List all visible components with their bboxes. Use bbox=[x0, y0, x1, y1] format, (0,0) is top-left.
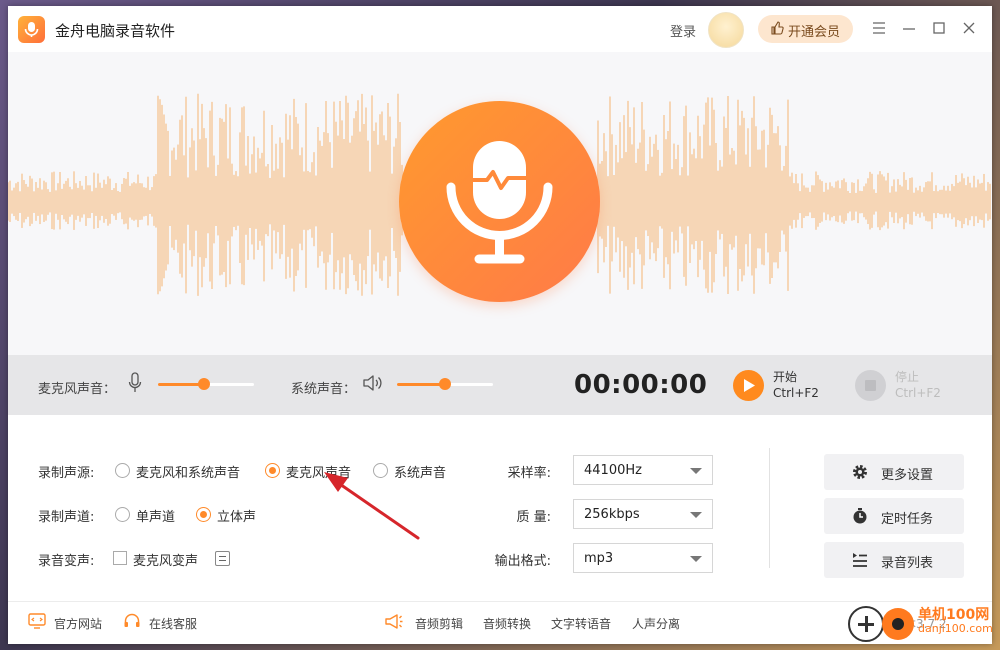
mic-volume-slider[interactable] bbox=[158, 378, 254, 390]
speaker-icon bbox=[363, 375, 382, 391]
divider bbox=[769, 448, 770, 568]
mic-volume-label: 麦克风声音： bbox=[38, 382, 117, 397]
avatar[interactable] bbox=[708, 12, 744, 48]
start-button[interactable] bbox=[733, 370, 764, 401]
footer-audio-edit[interactable]: 音频剪辑 bbox=[415, 615, 463, 632]
channel-label: 录制声道: bbox=[38, 510, 95, 525]
sample-rate-value: 44100Hz bbox=[584, 463, 642, 478]
settings-panel: 录制声源: 麦克风和系统声音 麦克风声音 系统声音 录制声道: 单声道 立体声 … bbox=[8, 415, 992, 595]
scheduled-task-button[interactable]: 定时任务 bbox=[824, 498, 964, 534]
footer: 官方网站 在线客服 音频剪辑 音频转换 文字转语音 人声分离 本3.7.2 单机… bbox=[8, 601, 992, 644]
sample-rate-select[interactable]: 44100Hz bbox=[573, 455, 713, 485]
voice-change-checkbox[interactable] bbox=[113, 551, 127, 565]
timer-icon bbox=[853, 508, 867, 524]
footer-support-link[interactable]: 在线客服 bbox=[149, 615, 197, 632]
more-settings-label: 更多设置 bbox=[881, 468, 934, 483]
format-select[interactable]: mp3 bbox=[573, 543, 713, 573]
quality-value: 256kbps bbox=[584, 507, 640, 522]
play-icon bbox=[744, 379, 755, 392]
scheduled-task-label: 定时任务 bbox=[881, 512, 934, 527]
close-icon[interactable] bbox=[961, 20, 979, 38]
vip-label: 开通会员 bbox=[788, 25, 841, 40]
voice-change-settings-icon[interactable] bbox=[215, 551, 230, 566]
control-strip: 麦克风声音： 系统声音： 00:00:00 开始 Ctrl+F2 停止 Ctrl… bbox=[8, 355, 992, 415]
stop-label: 停止 bbox=[895, 370, 920, 384]
gear-icon bbox=[853, 465, 867, 479]
record-list-button[interactable]: 录音列表 bbox=[824, 542, 964, 578]
stop-shortcut: Ctrl+F2 bbox=[895, 386, 941, 400]
app-title: 金舟电脑录音软件 bbox=[55, 22, 176, 40]
app-window: 金舟电脑录音软件 登录 开通会员 麦克风声音： 系统声音： 00:00:00 开… bbox=[8, 6, 992, 644]
chevron-down-icon bbox=[690, 512, 702, 518]
channel-option-label: 立体声 bbox=[217, 510, 257, 525]
waveform-area bbox=[8, 52, 992, 355]
radio-circle bbox=[196, 507, 211, 522]
mic-logo-icon bbox=[24, 22, 39, 37]
vip-button[interactable]: 开通会员 bbox=[758, 15, 853, 43]
radio-circle bbox=[115, 463, 130, 478]
channel-option-label: 单声道 bbox=[136, 510, 176, 525]
annotation-arrow bbox=[324, 472, 420, 540]
source-label: 录制声源: bbox=[38, 466, 95, 481]
record-timer: 00:00:00 bbox=[574, 370, 708, 400]
maximize-icon[interactable] bbox=[931, 20, 949, 38]
footer-audio-convert[interactable]: 音频转换 bbox=[483, 615, 531, 632]
start-label-group[interactable]: 开始 Ctrl+F2 bbox=[773, 369, 819, 401]
source-option-label: 麦克风和系统声音 bbox=[136, 466, 241, 481]
footer-vocal-separation[interactable]: 人声分离 bbox=[632, 615, 680, 632]
watermark-plus-logo bbox=[848, 606, 884, 642]
radio-circle bbox=[265, 463, 280, 478]
microphone-icon bbox=[446, 141, 553, 264]
format-label: 输出格式: bbox=[494, 554, 551, 569]
chevron-down-icon bbox=[690, 468, 702, 474]
quality-label: 质 量: bbox=[516, 510, 551, 525]
system-volume-slider[interactable] bbox=[397, 378, 493, 390]
watermark-dot-logo bbox=[882, 608, 914, 640]
voice-change-label: 录音变声: bbox=[38, 554, 95, 569]
start-shortcut: Ctrl+F2 bbox=[773, 386, 819, 400]
format-value: mp3 bbox=[584, 551, 614, 566]
menu-icon[interactable] bbox=[871, 20, 889, 38]
website-icon bbox=[28, 613, 46, 629]
list-icon bbox=[853, 553, 867, 567]
footer-text-to-speech[interactable]: 文字转语音 bbox=[551, 615, 611, 632]
stop-button bbox=[855, 370, 886, 401]
record-list-label: 录音列表 bbox=[881, 556, 934, 571]
start-label: 开始 bbox=[773, 370, 798, 384]
stop-icon bbox=[865, 380, 876, 391]
megaphone-icon bbox=[385, 614, 403, 629]
stop-label-group: 停止 Ctrl+F2 bbox=[895, 369, 941, 401]
sample-rate-label: 采样率: bbox=[507, 466, 551, 481]
system-volume-label: 系统声音： bbox=[291, 382, 357, 397]
system-volume-knob[interactable] bbox=[439, 378, 451, 390]
watermark-url: danji100.com bbox=[918, 622, 992, 635]
headset-icon bbox=[124, 613, 140, 627]
thumbs-up-icon bbox=[771, 21, 784, 35]
system-volume-fill bbox=[397, 383, 445, 386]
voice-change-option: 麦克风变声 bbox=[133, 554, 199, 569]
mic-volume-knob[interactable] bbox=[198, 378, 211, 390]
app-logo bbox=[18, 16, 45, 43]
title-bar: 金舟电脑录音软件 登录 开通会员 bbox=[8, 6, 992, 52]
quality-select[interactable]: 256kbps bbox=[573, 499, 713, 529]
radio-circle bbox=[115, 507, 130, 522]
chevron-down-icon bbox=[690, 556, 702, 562]
record-mic-button[interactable] bbox=[399, 101, 600, 302]
more-settings-button[interactable]: 更多设置 bbox=[824, 454, 964, 490]
footer-website-link[interactable]: 官方网站 bbox=[54, 615, 102, 632]
watermark-title: 单机100网 bbox=[918, 607, 990, 623]
minimize-icon[interactable] bbox=[901, 20, 919, 38]
login-link[interactable]: 登录 bbox=[670, 21, 696, 40]
microphone-small-icon bbox=[128, 372, 142, 392]
